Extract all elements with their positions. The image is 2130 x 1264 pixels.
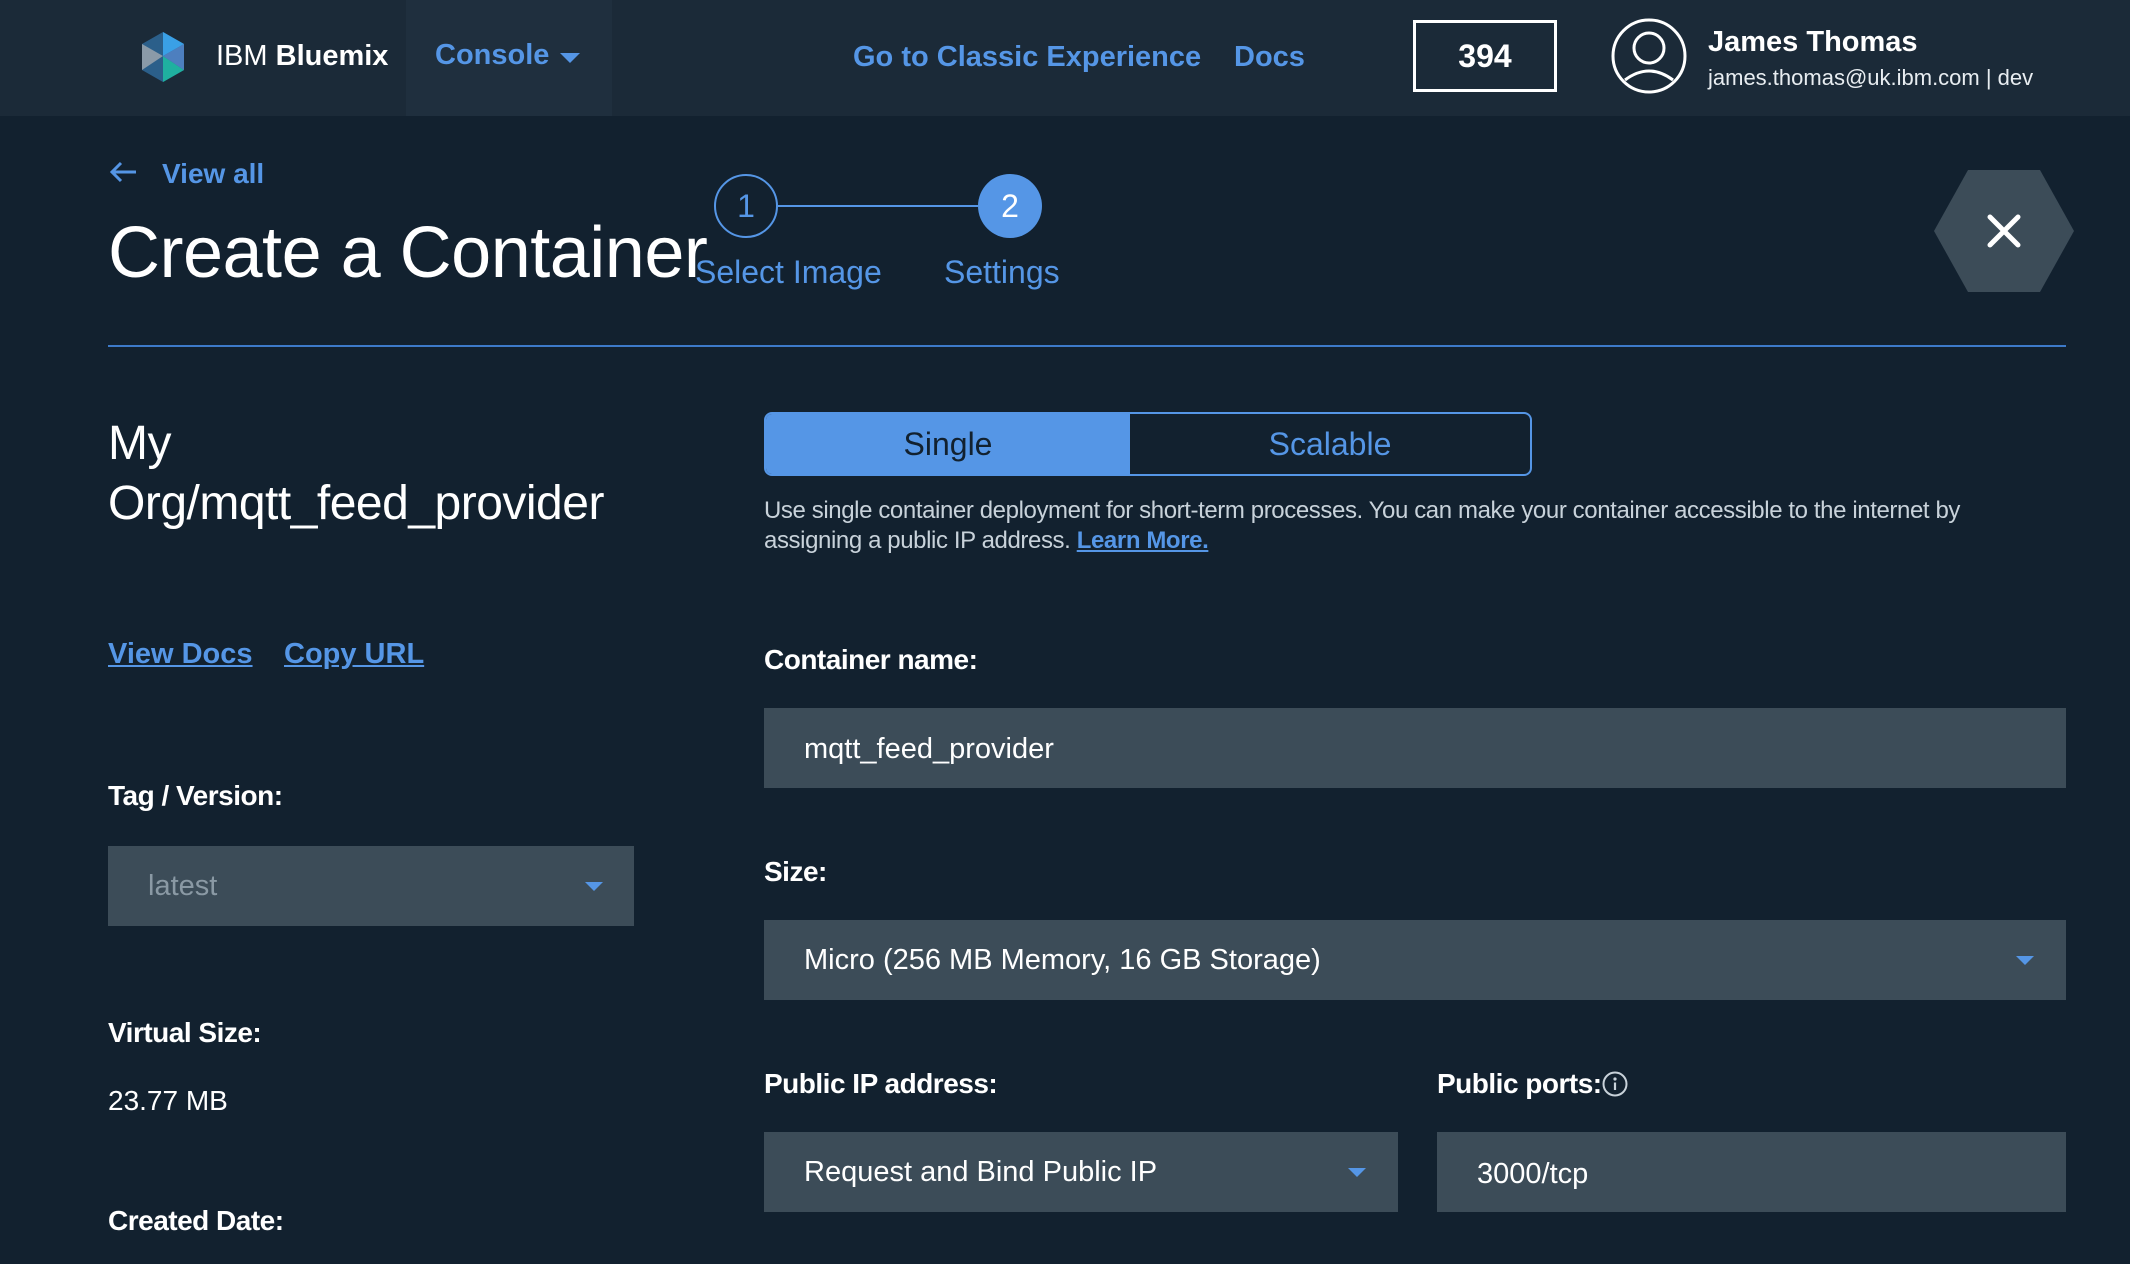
- brand-name[interactable]: IBM Bluemix: [216, 40, 388, 73]
- notification-counter[interactable]: 394: [1413, 20, 1557, 92]
- description-text: Use single container deployment for shor…: [764, 497, 1960, 554]
- container-name-value[interactable]: mqtt_feed_provider: [804, 733, 1054, 766]
- step-connector: [778, 205, 978, 207]
- avatar-icon[interactable]: [1611, 18, 1687, 94]
- step-1-indicator[interactable]: 1: [714, 174, 778, 238]
- public-ip-value[interactable]: Request and Bind Public IP: [804, 1156, 1157, 1189]
- scalable-option[interactable]: Scalable: [1130, 414, 1530, 474]
- console-label[interactable]: Console: [435, 39, 549, 72]
- close-button[interactable]: [1932, 168, 2076, 294]
- docs-link[interactable]: Docs: [1234, 41, 1305, 74]
- virtual-size-value: 23.77 MB: [108, 1085, 228, 1116]
- created-date-label: Created Date:: [108, 1205, 284, 1236]
- learn-more-link[interactable]: Learn More.: [1077, 527, 1209, 554]
- chevron-down-icon[interactable]: [560, 53, 580, 63]
- public-ip-label: Public IP address:: [764, 1068, 998, 1099]
- deployment-type-toggle[interactable]: Single Scalable: [764, 412, 1532, 476]
- header-divider: [108, 345, 2066, 347]
- copy-url-link[interactable]: Copy URL: [284, 638, 424, 671]
- tag-version-label: Tag / Version:: [108, 780, 283, 811]
- chevron-down-icon[interactable]: [2016, 956, 2034, 965]
- brand-bluemix: Bluemix: [275, 40, 389, 72]
- single-option[interactable]: Single: [766, 414, 1130, 474]
- chevron-down-icon[interactable]: [585, 882, 603, 891]
- info-icon[interactable]: [1602, 1071, 1628, 1097]
- brand-ibm: IBM: [216, 40, 268, 72]
- step-2-indicator[interactable]: 2: [978, 174, 1042, 238]
- arrow-left-icon[interactable]: [108, 160, 138, 184]
- deployment-description: Use single container deployment for shor…: [764, 496, 1994, 556]
- view-all-link[interactable]: View all: [162, 158, 264, 190]
- size-value[interactable]: Micro (256 MB Memory, 16 GB Storage): [804, 944, 1321, 977]
- view-docs-link[interactable]: View Docs: [108, 638, 253, 671]
- image-name: My Org/mqtt_feed_provider: [108, 417, 604, 530]
- bluemix-logo-icon[interactable]: [136, 30, 190, 84]
- public-ports-value[interactable]: 3000/tcp: [1477, 1158, 1588, 1191]
- virtual-size-label: Virtual Size:: [108, 1017, 262, 1048]
- page-title: Create a Container: [108, 213, 708, 293]
- user-account-info[interactable]: james.thomas@uk.ibm.com | dev: [1708, 65, 2033, 91]
- classic-experience-link[interactable]: Go to Classic Experience: [853, 41, 1201, 74]
- size-label: Size:: [764, 856, 827, 887]
- container-name-label: Container name:: [764, 644, 978, 675]
- public-ports-label: Public ports:: [1437, 1068, 1602, 1099]
- user-name[interactable]: James Thomas: [1708, 26, 1918, 59]
- step-1-label[interactable]: Select Image: [695, 254, 882, 291]
- step-2-label[interactable]: Settings: [944, 254, 1060, 291]
- tag-version-value[interactable]: latest: [148, 870, 217, 903]
- chevron-down-icon[interactable]: [1348, 1168, 1366, 1177]
